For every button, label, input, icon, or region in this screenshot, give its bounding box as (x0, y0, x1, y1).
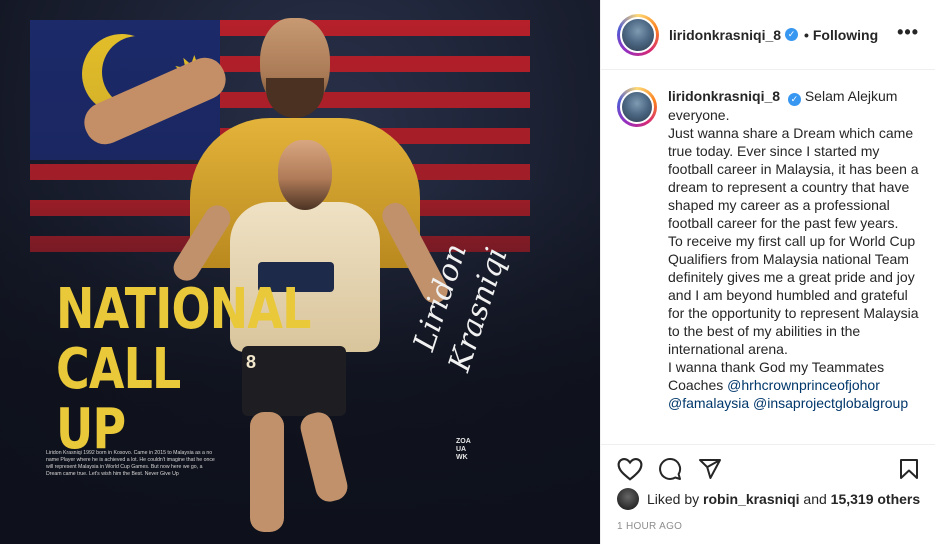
jersey-number: 8 (246, 352, 257, 372)
caption-paragraph: Just wanna share a Dream which came true… (668, 125, 919, 231)
likes-prefix: Liked by (647, 491, 700, 507)
heart-icon[interactable] (617, 457, 643, 481)
post-caption-area: liridonkrasniqi_8 ✓ Selam Alejkum everyo… (601, 71, 935, 443)
mention-link[interactable]: @famalaysia (668, 395, 749, 411)
post-header: liridonkrasniqi_8 ✓ • Following ••• (601, 0, 935, 70)
liker-avatar[interactable] (617, 488, 639, 510)
comment-icon[interactable] (657, 457, 683, 481)
instagram-post: ✹ 8 NATIONAL CALL UP Liridon Krasniqi Li… (0, 0, 935, 544)
post-sidebar: liridonkrasniqi_8 ✓ • Following ••• liri… (600, 0, 935, 544)
action-bar (601, 444, 935, 490)
caption-username[interactable]: liridonkrasniqi_8 (668, 88, 780, 104)
image-bio-text: Liridon Krasniqi 1992 born in Kosovo. Ca… (46, 450, 215, 477)
liker-username[interactable]: robin_krasniqi (703, 491, 799, 507)
share-icon[interactable] (697, 457, 723, 481)
more-options-button[interactable]: ••• (897, 22, 919, 43)
likes-row: Liked by robin_krasniqi and 15,319 other… (617, 488, 920, 510)
bookmark-icon[interactable] (897, 457, 921, 481)
post-image[interactable]: ✹ 8 NATIONAL CALL UP Liridon Krasniqi Li… (0, 0, 600, 544)
post-timestamp[interactable]: 1 HOUR AGO (617, 521, 682, 532)
following-button[interactable]: • Following (804, 27, 878, 43)
mention-link[interactable]: @insaprojectglobalgroup (753, 395, 908, 411)
caption-paragraph: To receive my first call up for World Cu… (668, 233, 919, 357)
header-username[interactable]: liridonkrasniqi_8 (669, 27, 781, 43)
mention-link[interactable]: @hrhcrownprinceofjohor (727, 377, 880, 393)
caption-avatar[interactable] (617, 87, 657, 127)
verified-badge-icon: ✓ (787, 93, 801, 106)
avatar[interactable] (617, 13, 659, 56)
image-watermark: ZOA UA WK (456, 438, 471, 461)
caption-text: liridonkrasniqi_8 ✓ Selam Alejkum everyo… (668, 87, 920, 443)
likes-count[interactable]: 15,319 others (831, 491, 921, 507)
verified-badge-icon: ✓ (785, 28, 799, 41)
image-headline: NATIONAL CALL UP (56, 277, 311, 462)
